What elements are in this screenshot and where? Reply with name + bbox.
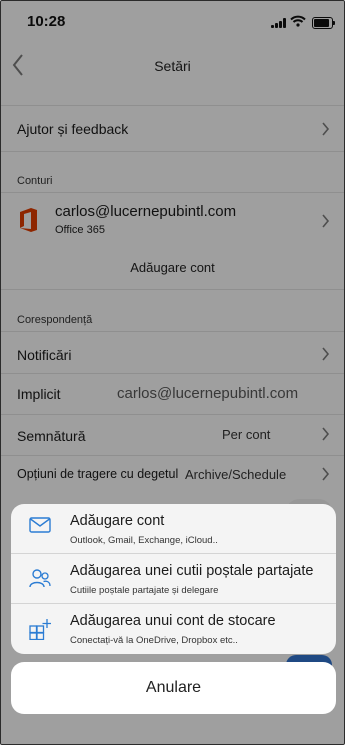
storage-grid-icon (29, 619, 51, 640)
option-subtitle: Outlook, Gmail, Exchange, iCloud.. (70, 535, 218, 546)
mail-icon (29, 517, 51, 533)
add-shared-mailbox-option[interactable]: Adăugarea unei cutii poștale partajate C… (11, 554, 336, 604)
option-title: Adăugarea unui cont de stocare (70, 613, 276, 629)
action-sheet: Adăugare cont Outlook, Gmail, Exchange, … (11, 504, 336, 654)
option-subtitle: Cutiile poștale partajate și delegare (70, 585, 219, 596)
option-title: Adăugare cont (70, 513, 165, 529)
people-icon (29, 569, 51, 588)
cancel-button[interactable]: Anulare (11, 662, 336, 714)
add-account-option[interactable]: Adăugare cont Outlook, Gmail, Exchange, … (11, 504, 336, 554)
add-storage-account-option[interactable]: Adăugarea unui cont de stocare Conectați… (11, 604, 336, 654)
option-title: Adăugarea unei cutii poștale partajate (70, 563, 314, 579)
option-subtitle: Conectați-vă la OneDrive, Dropbox etc.. (70, 635, 238, 646)
phone-screen: 10:28 Setări Ajutor și feedback Conturi … (0, 0, 345, 745)
